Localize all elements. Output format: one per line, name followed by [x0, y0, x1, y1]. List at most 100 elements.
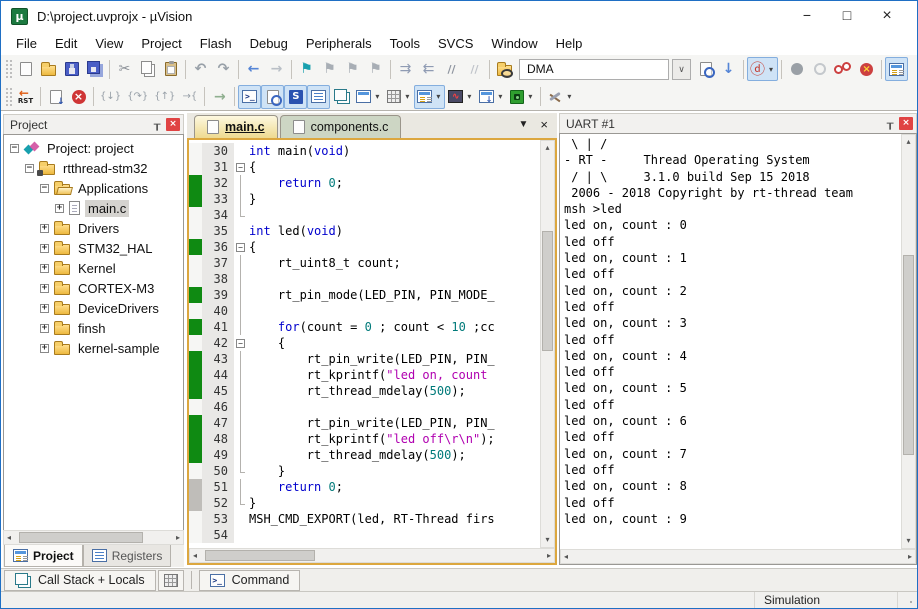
- tree-item-devicedrivers[interactable]: +DeviceDrivers: [4, 298, 183, 318]
- tree-item-project-project[interactable]: −Project: project: [4, 138, 183, 158]
- watch-window-toggle-button[interactable]: ▾: [353, 85, 384, 109]
- registers-window-toggle-button[interactable]: [307, 85, 330, 109]
- step-over-button[interactable]: {↷}: [124, 85, 151, 109]
- toolbar-grip[interactable]: [5, 87, 12, 107]
- editor-vscrollbar[interactable]: ▴ ▾: [540, 140, 555, 548]
- find-in-files-button[interactable]: [493, 57, 516, 81]
- insert-bookmark-button[interactable]: ⚑: [295, 57, 318, 81]
- menu-project[interactable]: Project: [132, 33, 190, 54]
- uart-output[interactable]: \ | /- RT - Thread Operating System / | …: [560, 134, 901, 549]
- disassembly-window-toggle-button[interactable]: [261, 85, 284, 109]
- serial-window-toggle-dropdown-icon[interactable]: ▾: [434, 92, 442, 101]
- serial-window-toggle-button[interactable]: ▾: [414, 85, 445, 109]
- reset-cpu-button[interactable]: RST: [14, 85, 37, 109]
- close-button[interactable]: ×: [867, 7, 907, 25]
- tab-list-dropdown-icon[interactable]: ▼: [519, 119, 529, 130]
- run-to-line-button[interactable]: →{: [178, 85, 201, 109]
- uart-hscrollbar[interactable]: ◂ ▸: [560, 549, 916, 564]
- tree-item-cortex-m3[interactable]: +CORTEX-M3: [4, 278, 183, 298]
- scroll-thumb[interactable]: [542, 231, 553, 351]
- step-into-button[interactable]: {↓}: [97, 85, 124, 109]
- command-window-toggle-button[interactable]: >_: [238, 85, 261, 109]
- open-file-button[interactable]: [37, 57, 60, 81]
- tree-item-applications[interactable]: −Applications: [4, 178, 183, 198]
- project-hscrollbar[interactable]: ◂ ▸: [3, 530, 184, 545]
- system-viewer-toggle-dropdown-icon[interactable]: ▾: [496, 92, 504, 101]
- disable-all-breakpoints-button[interactable]: [831, 57, 855, 81]
- scroll-right-icon[interactable]: ▸: [547, 552, 551, 560]
- show-next-statement-button[interactable]: [44, 85, 67, 109]
- tab-project[interactable]: Project: [4, 545, 83, 567]
- menu-help[interactable]: Help: [547, 33, 592, 54]
- editor-tab-components-c[interactable]: components.c: [280, 115, 402, 138]
- find-in-files-dialog-button[interactable]: [694, 57, 717, 81]
- code-editor[interactable]: 30int main(void)31−{32 return 0;33}3435i…: [189, 140, 540, 548]
- pin-icon[interactable]: ┰: [883, 117, 897, 130]
- scroll-up-icon[interactable]: ▴: [902, 138, 915, 146]
- keyboard-window-button[interactable]: [158, 570, 184, 591]
- save-all-button[interactable]: [83, 57, 106, 81]
- menu-file[interactable]: File: [7, 33, 46, 54]
- expand-icon[interactable]: +: [40, 264, 49, 273]
- enable-disable-breakpoint-button[interactable]: [808, 57, 831, 81]
- configure-tools-button[interactable]: ▾: [544, 85, 576, 109]
- minimize-button[interactable]: −: [787, 7, 827, 25]
- uart-vscrollbar[interactable]: ▴ ▾: [901, 134, 916, 549]
- navigate-back-button[interactable]: ←: [242, 57, 265, 81]
- expand-icon[interactable]: +: [40, 304, 49, 313]
- expand-icon[interactable]: +: [40, 344, 49, 353]
- scroll-left-icon[interactable]: ◂: [193, 552, 197, 560]
- scroll-left-icon[interactable]: ◂: [7, 534, 11, 542]
- menu-svcs[interactable]: SVCS: [429, 33, 482, 54]
- toolbar-grip[interactable]: [5, 59, 12, 79]
- goto-prev-bookmark-button[interactable]: ⚑: [341, 57, 364, 81]
- scroll-left-icon[interactable]: ◂: [564, 553, 568, 561]
- save-button[interactable]: [60, 57, 83, 81]
- memory-window-toggle-button[interactable]: ▾: [384, 85, 414, 109]
- redo-button[interactable]: ↷: [212, 57, 235, 81]
- kill-all-breakpoints-button[interactable]: [855, 57, 878, 81]
- expand-icon[interactable]: +: [40, 224, 49, 233]
- close-document-icon[interactable]: ×: [540, 117, 548, 132]
- menu-edit[interactable]: Edit: [46, 33, 86, 54]
- scroll-up-icon[interactable]: ▴: [541, 144, 554, 152]
- paste-button[interactable]: [159, 57, 182, 81]
- call-stack-locals-tab[interactable]: Call Stack + Locals: [4, 570, 156, 591]
- copy-button[interactable]: [136, 57, 159, 81]
- scroll-right-icon[interactable]: ▸: [908, 553, 912, 561]
- comment-selection-button[interactable]: //: [440, 57, 463, 81]
- collapse-icon[interactable]: −: [10, 144, 19, 153]
- scroll-down-icon[interactable]: ▾: [541, 536, 554, 544]
- watch-window-toggle-dropdown-icon[interactable]: ▾: [373, 92, 381, 101]
- menu-peripherals[interactable]: Peripherals: [297, 33, 381, 54]
- undo-button[interactable]: ↶: [189, 57, 212, 81]
- logic-analyzer-toggle-button[interactable]: ∿▾: [445, 85, 476, 109]
- navigate-forward-button[interactable]: →: [265, 57, 288, 81]
- editor-tab-main-c[interactable]: main.c: [194, 115, 278, 138]
- tree-item-finsh[interactable]: +finsh: [4, 318, 183, 338]
- toolbox-toggle-button[interactable]: ▾: [507, 85, 537, 109]
- maximize-button[interactable]: □: [827, 7, 867, 25]
- pin-icon[interactable]: ┰: [150, 118, 164, 131]
- collapse-icon[interactable]: −: [25, 164, 34, 173]
- expand-icon[interactable]: +: [40, 324, 49, 333]
- close-panel-icon[interactable]: ×: [899, 117, 913, 130]
- scroll-right-icon[interactable]: ▸: [176, 534, 180, 542]
- tree-item-main-c[interactable]: +main.c: [4, 198, 183, 218]
- menu-tools[interactable]: Tools: [381, 33, 429, 54]
- menu-window[interactable]: Window: [482, 33, 546, 54]
- tab-registers[interactable]: Registers: [83, 545, 172, 567]
- insert-remove-breakpoint-button[interactable]: [785, 57, 808, 81]
- scroll-down-icon[interactable]: ▾: [902, 537, 915, 545]
- fold-collapse-icon[interactable]: −: [234, 159, 247, 175]
- tree-item-rtthread-stm32[interactable]: −rtthread-stm32: [4, 158, 183, 178]
- project-window-toggle-button[interactable]: [885, 57, 908, 81]
- indent-right-button[interactable]: ⇉: [394, 57, 417, 81]
- scroll-thumb[interactable]: [205, 550, 315, 561]
- close-panel-icon[interactable]: ×: [166, 118, 180, 131]
- call-stack-window-toggle-button[interactable]: [330, 85, 353, 109]
- search-target-combo-dropdown-icon[interactable]: ∨: [672, 59, 691, 80]
- menu-debug[interactable]: Debug: [241, 33, 297, 54]
- expand-icon[interactable]: +: [40, 284, 49, 293]
- command-tab[interactable]: >_ Command: [199, 570, 301, 591]
